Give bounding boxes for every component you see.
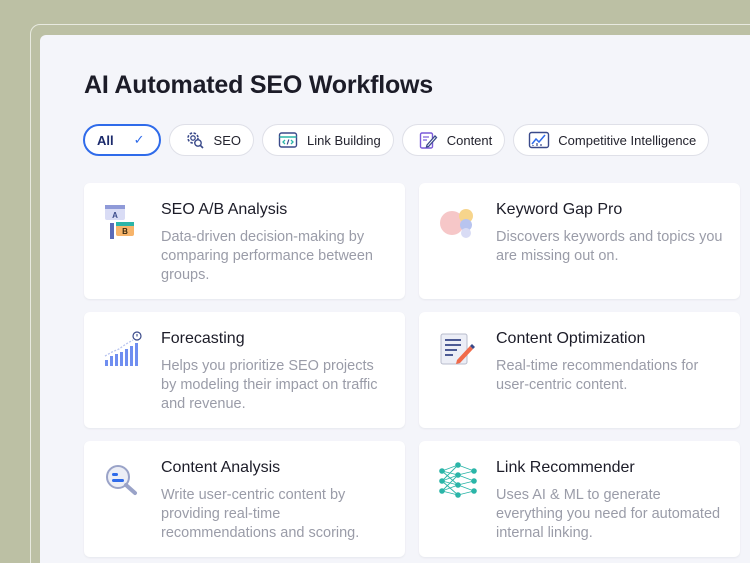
filter-chip-link-building[interactable]: Link Building	[262, 124, 394, 156]
main-panel: AI Automated SEO Workflows All ✓ SEO Lin…	[40, 35, 750, 563]
card-title: Link Recommender	[496, 459, 635, 476]
card-description: Uses AI & ML to generate everything you …	[496, 487, 721, 541]
magnifier-icon	[102, 459, 144, 501]
card-description: Discovers keywords and topics you are mi…	[496, 229, 723, 264]
card-title: Keyword Gap Pro	[496, 201, 623, 218]
chip-label: Link Building	[307, 132, 381, 148]
card-description: Data-driven decision-making by comparing…	[161, 229, 373, 283]
svg-text:A: A	[112, 211, 118, 220]
card-keyword-gap-pro[interactable]: Keyword Gap Pro Discovers keywords and t…	[419, 183, 740, 299]
filter-chip-competitive-intelligence[interactable]: Competitive Intelligence	[513, 124, 710, 156]
filter-chips: All ✓ SEO Link Building Content Competit…	[83, 124, 710, 156]
card-link-recommender[interactable]: Link Recommender Uses AI & ML to generat…	[419, 441, 740, 557]
edit-document-icon	[417, 130, 439, 150]
filter-chip-content[interactable]: Content	[401, 124, 506, 156]
check-icon: ✓	[133, 132, 145, 147]
gear-search-icon	[184, 130, 206, 150]
svg-text:B: B	[122, 227, 128, 236]
ab-test-icon: A B	[102, 201, 144, 243]
chip-label: Content	[446, 132, 493, 148]
code-window-icon	[277, 130, 299, 150]
card-title: Forecasting	[161, 330, 245, 347]
card-content-optimization[interactable]: Content Optimization Real-time recommend…	[419, 312, 740, 428]
card-description: Helps you prioritize SEO projects by mod…	[161, 358, 378, 412]
chip-label: Competitive Intelligence	[558, 132, 697, 148]
filter-chip-all[interactable]: All ✓	[83, 124, 161, 156]
chart-trend-icon	[528, 130, 550, 150]
neural-network-icon	[437, 459, 479, 501]
filter-chip-seo[interactable]: SEO	[168, 124, 254, 156]
card-title: SEO A/B Analysis	[161, 201, 288, 218]
card-description: Real-time recommendations for user-centr…	[496, 358, 699, 393]
card-forecasting[interactable]: Forecasting Helps you prioritize SEO pro…	[84, 312, 405, 428]
chip-label: All	[97, 132, 114, 148]
card-seo-ab-analysis[interactable]: A B SEO A/B Analysis Data-driven decisio…	[84, 183, 405, 299]
card-title: Content Optimization	[496, 330, 646, 347]
document-edit-icon	[437, 330, 479, 372]
page-title: AI Automated SEO Workflows	[84, 71, 433, 99]
chip-label: SEO	[213, 132, 241, 148]
forecast-chart-icon	[102, 330, 144, 372]
keyword-gap-icon	[437, 201, 479, 243]
card-title: Content Analysis	[161, 459, 281, 476]
card-content-analysis[interactable]: Content Analysis Write user-centric cont…	[84, 441, 405, 557]
card-description: Write user-centric content by providing …	[161, 487, 360, 541]
